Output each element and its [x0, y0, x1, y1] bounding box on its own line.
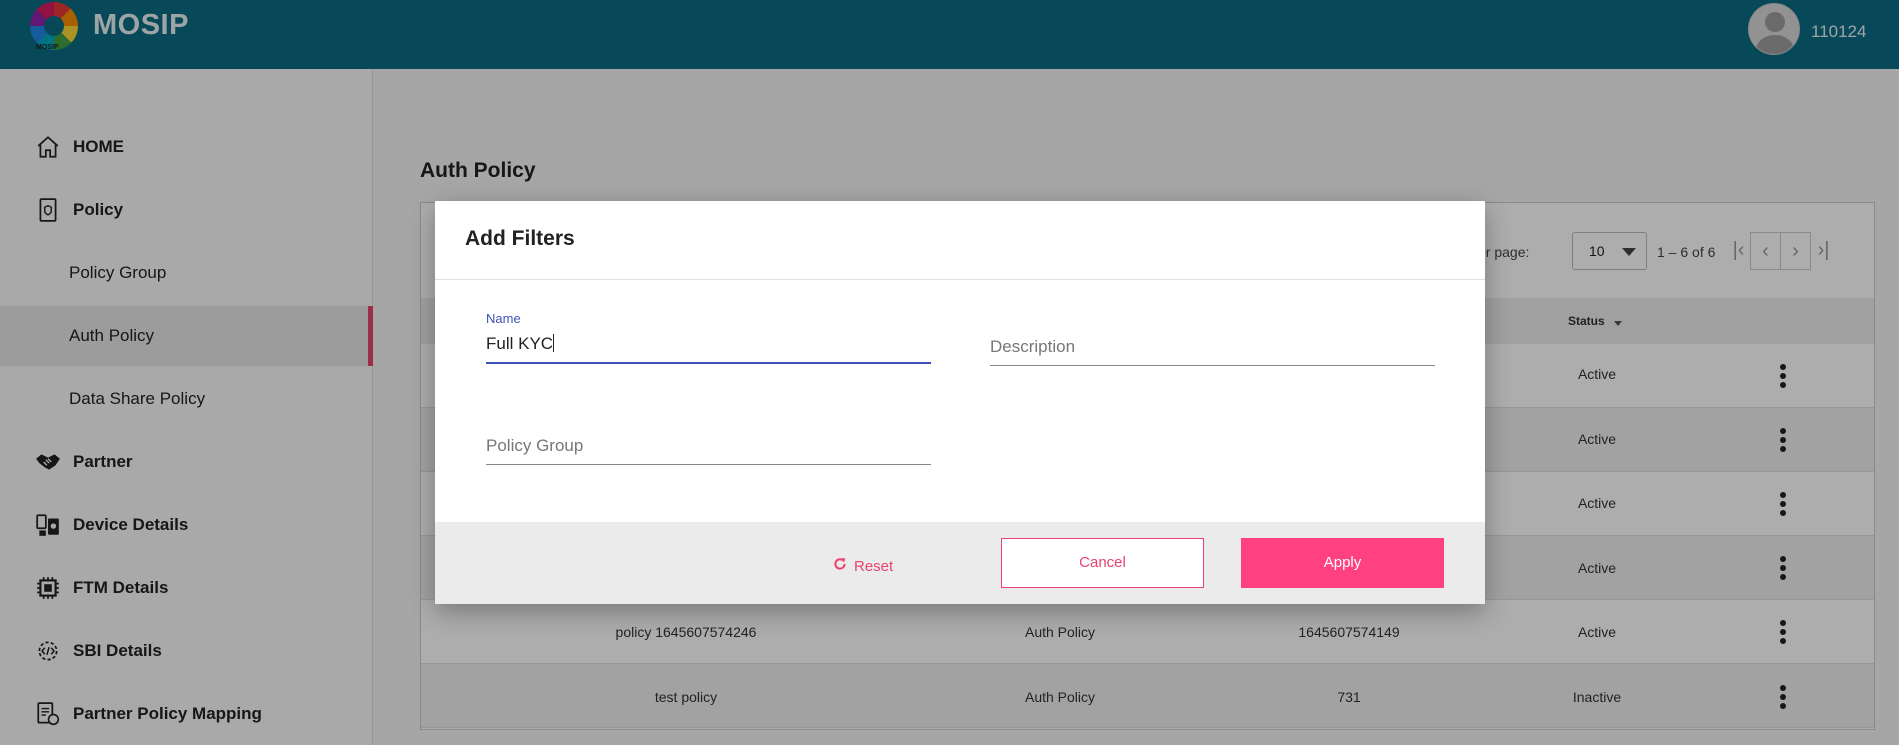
dialog-title: Add Filters: [465, 227, 575, 250]
text-cursor: [553, 334, 555, 352]
apply-button[interactable]: Apply: [1241, 538, 1444, 588]
description-input[interactable]: Description: [990, 337, 1435, 359]
policy-group-field[interactable]: Policy Group: [486, 436, 931, 465]
dialog-divider: [435, 279, 1485, 280]
dialog-footer: Reset Cancel Apply: [435, 522, 1485, 604]
policy-group-field-underline: [486, 464, 931, 465]
name-field[interactable]: Name Full KYC: [486, 311, 931, 364]
description-field[interactable]: Description: [990, 337, 1435, 366]
description-field-underline: [990, 365, 1435, 366]
reset-button-label: Reset: [854, 558, 894, 575]
name-field-underline: [486, 362, 931, 364]
cancel-button[interactable]: Cancel: [1001, 538, 1204, 588]
name-input[interactable]: Full KYC: [486, 334, 931, 356]
policy-group-input[interactable]: Policy Group: [486, 436, 931, 458]
reset-button[interactable]: Reset: [832, 556, 893, 577]
refresh-icon: [832, 556, 848, 577]
name-field-label: Name: [486, 311, 521, 326]
add-filters-dialog: Add Filters Name Full KYC Description Po…: [435, 201, 1485, 604]
name-input-value: Full KYC: [486, 334, 554, 353]
